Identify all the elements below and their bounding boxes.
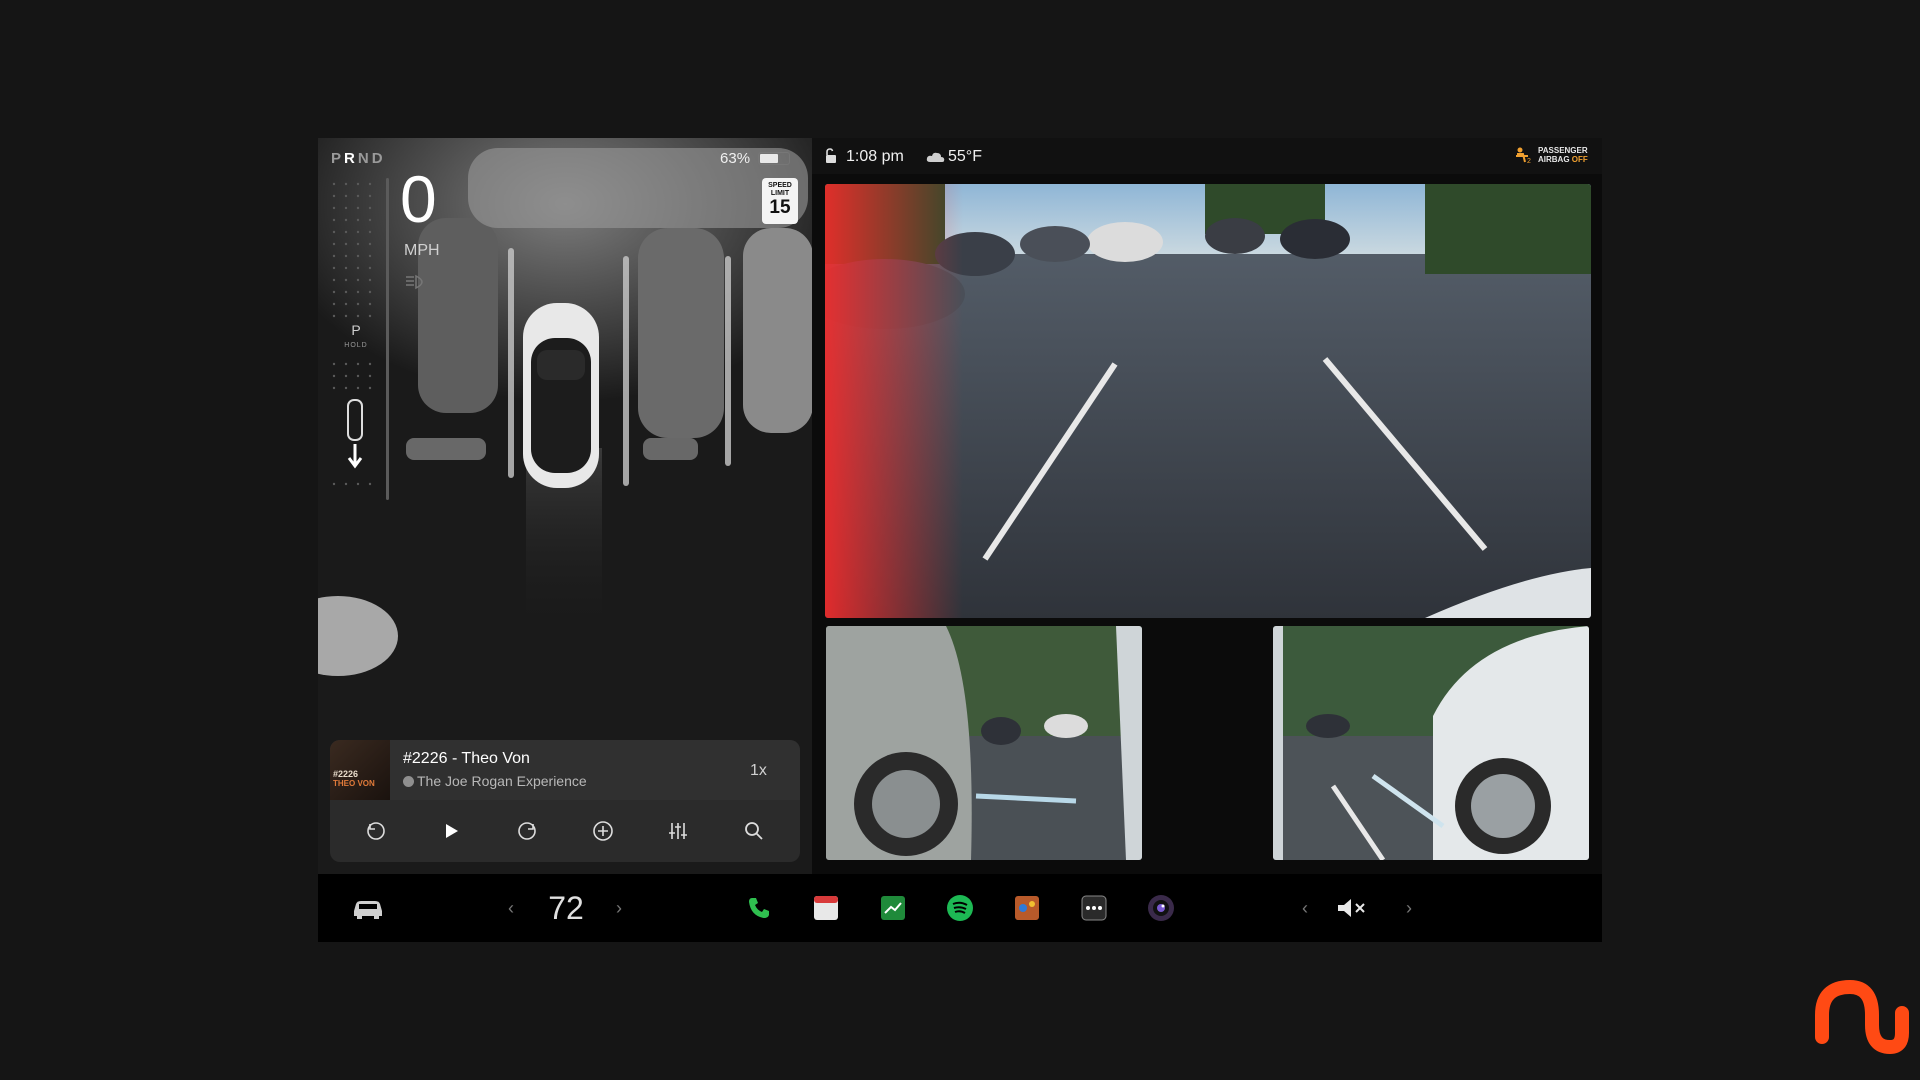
volume-mute-icon [1338,899,1365,917]
chevron-left-icon: ‹ [508,897,514,918]
unlock-icon[interactable] [822,148,838,164]
gear-d: D [371,150,386,167]
gear-selector: PRND [331,150,386,167]
more-apps-button[interactable] [1077,888,1111,928]
speed-unit: MPH [404,242,440,259]
airbag-label-1: PASSENGER [1538,146,1588,155]
temp-down-button[interactable]: ‹ [504,888,518,928]
gear-divider [386,178,389,500]
speed-limit-label: SPEED LIMIT [768,182,792,197]
equalizer-button[interactable] [658,811,698,851]
show-name: The Joe Rogan Experience [417,773,587,789]
chevron-left-icon: ‹ [1302,897,1308,918]
cloud-icon [926,152,945,162]
volume-down-button[interactable]: ‹ [1298,888,1312,928]
playback-rate-button[interactable]: 1x [750,762,767,780]
hold-gear: P [351,322,361,338]
brand-logo [1815,979,1909,1055]
messages-icon [881,896,905,920]
right-camera-image [1273,626,1589,860]
camera-icon [1148,895,1174,921]
play-icon [446,824,459,838]
volume-up-button[interactable]: › [1402,888,1416,928]
svg-text:2: 2 [1527,158,1531,164]
calendar-icon [814,896,838,920]
dashcam-button[interactable] [1144,888,1178,928]
album-art: #2226 THEO VON [330,740,390,800]
phone-button[interactable] [742,888,776,928]
rewind-15-icon [367,822,385,840]
forward-15-icon [518,822,536,840]
status-bar: 1:08 pm 55°F 2 PASSENGER AIRBAG OFF [812,138,1602,174]
plus-circle-icon [592,821,613,841]
left-repeater-camera-view[interactable] [826,626,1142,860]
clock: 1:08 pm [846,148,904,165]
track-title: #2226 - Theo Von [403,750,530,767]
driving-visualization: PRND 63% 0 MPH SPEED LIMIT 15 P HOLD #22… [318,138,812,874]
spotify-icon [947,895,973,921]
car-icon [354,901,382,919]
passenger-airbag-indicator: 2 PASSENGER AIRBAG OFF [1514,146,1588,164]
parked-car [638,228,724,438]
bottom-dock: ‹ 72 › ‹ › [318,874,1602,942]
messages-button[interactable] [876,888,910,928]
calendar-button[interactable] [809,888,843,928]
outside-temperature: 55°F [948,148,982,165]
chevron-right-icon: › [1406,897,1412,918]
search-icon [745,822,763,840]
equalizer-icon [669,823,688,839]
battery-icon [758,152,791,165]
airbag-label-2: AIRBAG [1538,155,1570,164]
now-playing[interactable]: #2226 THEO VON #2226 - Theo Von The Joe … [330,740,800,800]
rear-camera-view[interactable] [825,184,1591,618]
car-settings-button[interactable] [350,888,386,928]
cabin-temperature[interactable]: 72 [542,888,590,928]
speed-limit-sign: SPEED LIMIT 15 [762,178,798,224]
battery-indicator: 63% [720,150,791,167]
games-button[interactable] [1010,888,1044,928]
airbag-icon: 2 [1516,147,1531,164]
own-car-icon [523,303,599,488]
airbag-state: OFF [1571,155,1588,164]
car-icon [347,399,363,441]
play-button[interactable] [431,811,471,851]
rear-camera-image [825,184,1591,618]
vehicle-display: PRND 63% 0 MPH SPEED LIMIT 15 P HOLD #22… [318,138,1602,942]
mute-button[interactable] [1334,888,1370,928]
phone-icon [749,898,769,918]
gear-p: P [331,150,345,167]
media-player[interactable]: #2226 THEO VON #2226 - Theo Von The Joe … [330,740,800,862]
hold-label: HOLD [344,342,368,349]
battery-percent: 63% [720,150,751,167]
podcast-icon [403,776,414,787]
media-controls [330,800,800,862]
add-button[interactable] [583,811,623,851]
left-camera-image [826,626,1142,860]
arrow-down-icon [347,444,363,469]
search-button[interactable] [734,811,774,851]
parked-car [743,228,812,433]
chevron-right-icon: › [616,897,622,918]
right-repeater-camera-view[interactable] [1273,626,1589,860]
more-icon [1081,895,1107,921]
temp-up-button[interactable]: › [612,888,626,928]
gear-n: N [357,150,372,167]
gear-shift-strip[interactable] [328,178,378,498]
skip-back-15-button[interactable] [356,811,396,851]
auto-high-beam-icon [406,274,423,290]
speed-limit-value: 15 [769,197,791,218]
games-icon [1015,896,1039,920]
skip-forward-15-button[interactable] [507,811,547,851]
spotify-button[interactable] [943,888,977,928]
gear-r: R [344,150,358,167]
speed-readout: 0 [400,162,437,236]
